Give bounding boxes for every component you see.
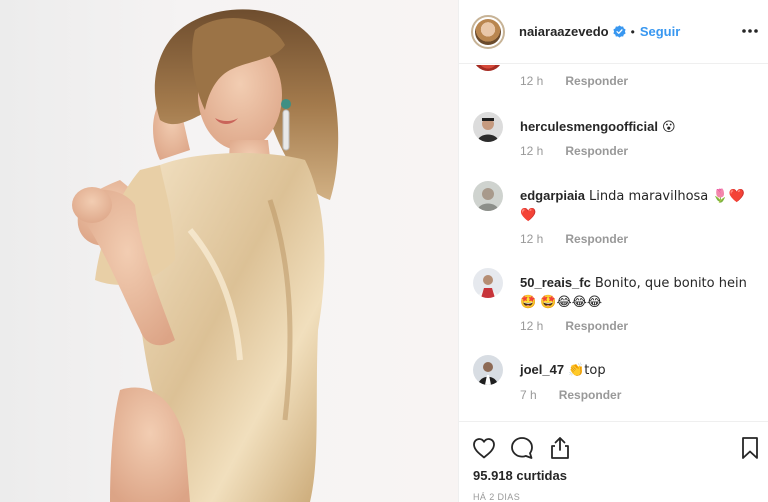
comment-meta: 12 h Responder [520, 74, 628, 88]
comment-username[interactable]: herculesmengoofficial [520, 119, 658, 134]
comment-meta: 7 h Responder [520, 388, 621, 402]
header-separator: • [630, 24, 635, 39]
avatar[interactable] [473, 112, 503, 142]
avatar[interactable] [473, 355, 503, 385]
reply-button[interactable]: Responder [565, 232, 628, 246]
post-header: naiaraazevedo • Seguir [459, 0, 768, 64]
comment-item: herculesmengoofficial 😮 12 h Responder [473, 112, 763, 172]
comment-item: 50_reais_fc Bonito, que bonito hein🤩 🤩😂😂😂… [473, 268, 763, 338]
comment-meta: 12 h Responder [520, 232, 628, 246]
comment-body: 😮 [661, 120, 676, 135]
comment-time: 7 h [520, 388, 537, 402]
comment-item: joel_47 👏top 7 h Responder [473, 355, 763, 415]
comment-username[interactable]: edgarpiaia [520, 188, 585, 203]
comment-bubble-icon[interactable] [509, 435, 535, 461]
like-heart-icon[interactable] [471, 435, 497, 461]
post-username[interactable]: naiaraazevedo [519, 24, 609, 39]
verified-badge-icon [613, 25, 626, 38]
post-photo[interactable] [0, 0, 458, 502]
follow-button[interactable]: Seguir [640, 24, 680, 39]
reply-button[interactable]: Responder [565, 144, 628, 158]
share-icon[interactable] [547, 435, 573, 461]
comment-text: herculesmengoofficial 😮 [520, 118, 760, 137]
post-actions: 95.918 curtidas HÁ 2 DIAS [459, 421, 768, 502]
avatar[interactable] [473, 181, 503, 211]
comment-time: 12 h [520, 144, 544, 158]
comment-username[interactable]: joel_47 [520, 362, 564, 377]
reply-button[interactable]: Responder [565, 74, 628, 88]
reply-button[interactable]: Responder [565, 319, 628, 333]
comment-text: joel_47 👏top [520, 361, 760, 380]
reply-button[interactable]: Responder [559, 388, 622, 402]
comment-time: 12 h [520, 319, 544, 333]
post-photo-illustration [72, 9, 339, 502]
comment-text: edgarpiaia Linda maravilhosa 🌷❤️ ❤️ [520, 187, 760, 225]
bookmark-icon[interactable] [737, 435, 763, 461]
comment-meta: 12 h Responder [520, 144, 628, 158]
avatar[interactable] [471, 14, 505, 49]
likes-count[interactable]: 95.918 curtidas [473, 468, 567, 483]
comment-meta: 12 h Responder [520, 319, 628, 333]
post-timestamp: HÁ 2 DIAS [473, 492, 521, 502]
avatar[interactable] [473, 65, 503, 71]
comment-body: 👏top [568, 363, 606, 378]
comments-list[interactable]: 12 h Responder herculesmengoofficial 😮 12… [459, 65, 768, 421]
comment-time: 12 h [520, 74, 544, 88]
comment-item: edgarpiaia Linda maravilhosa 🌷❤️ ❤️ 12 h … [473, 181, 763, 251]
comment-time: 12 h [520, 232, 544, 246]
post-side-panel: naiaraazevedo • Seguir 12 h Responder he… [458, 0, 768, 502]
more-options-icon[interactable] [741, 22, 759, 40]
comment-text: 50_reais_fc Bonito, que bonito hein🤩 🤩😂😂😂 [520, 274, 760, 312]
comment-username[interactable]: 50_reais_fc [520, 275, 591, 290]
avatar[interactable] [473, 268, 503, 298]
